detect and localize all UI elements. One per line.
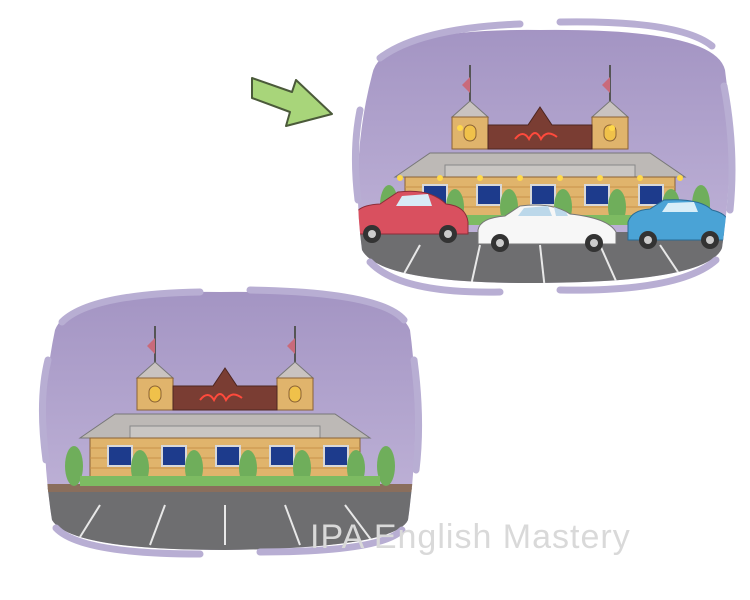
scene-with-cars (351, 18, 736, 296)
right-arrow-icon (251, 77, 333, 127)
watermark-text: IPA English Mastery (310, 518, 631, 556)
illustration-canvas (38, 18, 736, 558)
